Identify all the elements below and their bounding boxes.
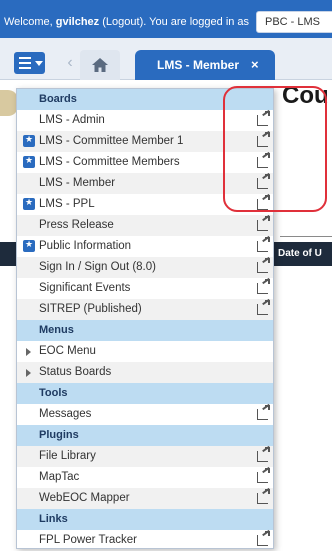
menu-section-tools: Tools — [17, 383, 273, 404]
menu-item-label: LMS - Committee Members — [39, 156, 180, 168]
open-new-window-icon[interactable] — [257, 258, 270, 273]
menu-toggle-button[interactable] — [14, 52, 45, 74]
caret-down-icon — [35, 61, 43, 66]
menu-section-menus: Menus — [17, 320, 273, 341]
menu-item[interactable]: Sign In / Sign Out (8.0) — [17, 257, 273, 278]
caret-right-icon[interactable] — [26, 369, 31, 377]
welcome-suffix: You are logged in as — [146, 16, 250, 28]
close-icon[interactable]: × — [251, 57, 259, 72]
menu-item-label: WebEOC Mapper — [39, 492, 130, 504]
logout-paren-open: ( — [99, 16, 106, 28]
menu-item[interactable]: EOC Menu — [17, 341, 273, 362]
favorite-star-icon — [23, 134, 35, 147]
open-new-window-icon[interactable] — [257, 300, 270, 315]
tab-bar: ‹ LMS - Member × — [0, 38, 332, 80]
menu-item-label: Sign In / Sign Out (8.0) — [39, 261, 156, 273]
table-header-stub — [0, 242, 16, 266]
menu-item[interactable]: File Library — [17, 446, 273, 467]
menu-item-label: Messages — [39, 408, 92, 420]
hamburger-icon — [19, 57, 31, 69]
chevron-left-icon[interactable]: ‹ — [60, 53, 80, 73]
tab-home[interactable] — [80, 50, 120, 80]
open-new-window-icon[interactable] — [257, 489, 270, 504]
menu-item-label: Public Information — [39, 240, 132, 252]
menu-item[interactable]: MapTac — [17, 467, 273, 488]
open-new-window-icon[interactable] — [257, 468, 270, 483]
menu-item[interactable]: Messages — [17, 404, 273, 425]
annotation-highlight — [223, 86, 327, 212]
menu-item-label: LMS - PPL — [39, 198, 95, 210]
menu-item-label: EOC Menu — [39, 345, 96, 357]
divider — [280, 236, 332, 237]
menu-item-label: LMS - Member — [39, 177, 116, 189]
welcome-message: Welcome, gvilchez (Logout). You are logg… — [4, 16, 249, 28]
open-new-window-icon[interactable] — [257, 237, 270, 252]
menu-item-label: Press Release — [39, 219, 114, 231]
menu-item[interactable]: Status Boards — [17, 362, 273, 383]
menu-section-links: Links — [17, 509, 273, 530]
logout-link[interactable]: Logout — [106, 16, 140, 28]
menu-section-plugins: Plugins — [17, 425, 273, 446]
open-new-window-icon[interactable] — [257, 216, 270, 231]
username: gvilchez — [55, 16, 100, 28]
menu-item-label: Status Boards — [39, 366, 112, 378]
favorite-star-icon — [23, 239, 35, 252]
open-new-window-icon[interactable] — [257, 279, 270, 294]
open-new-window-icon[interactable] — [257, 447, 270, 462]
menu-item-label: LMS - Admin — [39, 114, 105, 126]
menu-item[interactable]: Press Release — [17, 215, 273, 236]
caret-right-icon[interactable] — [26, 348, 31, 356]
home-icon — [92, 58, 108, 72]
welcome-prefix: Welcome, — [4, 16, 56, 28]
menu-item-label: Significant Events — [39, 282, 131, 294]
menu-item-label: File Library — [39, 450, 96, 462]
position-select[interactable]: PBC - LMS — [256, 11, 332, 33]
tab-label: LMS - Member — [157, 58, 240, 72]
top-bar: Welcome, gvilchez (Logout). You are logg… — [0, 0, 332, 38]
open-new-window-icon[interactable] — [257, 531, 270, 546]
menu-item[interactable]: SITREP (Published) — [17, 299, 273, 320]
menu-item-label: SITREP (Published) — [39, 303, 142, 315]
menu-item[interactable]: FPL Power Tracker — [17, 530, 273, 548]
open-new-window-icon[interactable] — [257, 405, 270, 420]
menu-item-label: LMS - Committee Member 1 — [39, 135, 184, 147]
menu-item-label: MapTac — [39, 471, 80, 483]
favorite-star-icon — [23, 155, 35, 168]
menu-item[interactable]: WebEOC Mapper — [17, 488, 273, 509]
tab-lms-member[interactable]: LMS - Member × — [135, 50, 275, 80]
favorite-star-icon — [23, 197, 35, 210]
menu-item[interactable]: Public Information — [17, 236, 273, 257]
menu-item[interactable]: Significant Events — [17, 278, 273, 299]
column-header-date: Date of U — [278, 248, 322, 259]
menu-item-label: FPL Power Tracker — [39, 534, 137, 546]
